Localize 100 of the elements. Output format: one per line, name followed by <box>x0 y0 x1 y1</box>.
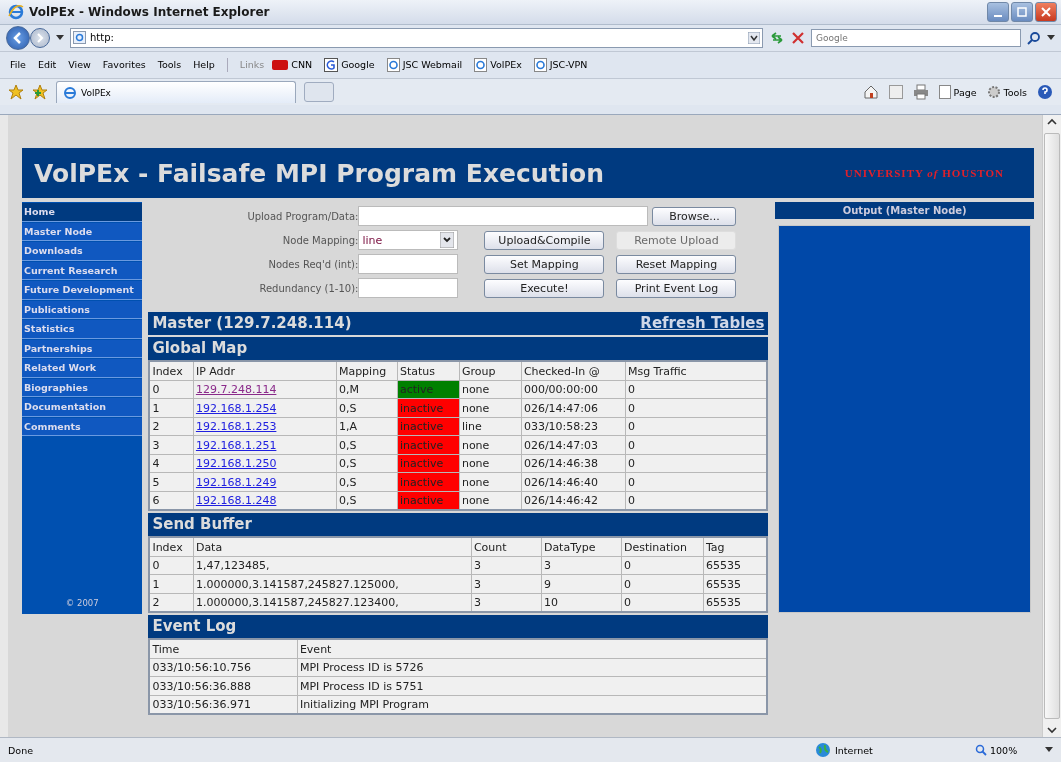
forward-button[interactable] <box>30 27 50 48</box>
section-title: Global Map <box>152 338 248 360</box>
destination-cell: 0 <box>621 574 704 594</box>
links-label: Links <box>239 59 265 71</box>
address-field[interactable]: http: <box>70 27 763 48</box>
mapping-cell: 0,S <box>336 398 398 418</box>
link-item[interactable]: CNN <box>272 59 313 71</box>
refresh-tables-link[interactable]: Refresh Tables <box>640 312 765 336</box>
nav-link[interactable]: Home <box>22 203 143 222</box>
dropdown-icon[interactable] <box>56 34 64 41</box>
master-title: Master (129.7.248.114) <box>152 313 352 335</box>
stop-icon[interactable] <box>791 30 805 45</box>
menu-item[interactable]: Favorites <box>102 59 146 71</box>
datatype-cell: 3 <box>541 556 622 575</box>
refresh-icon[interactable] <box>769 29 785 46</box>
close-button[interactable] <box>1035 1 1057 22</box>
back-button[interactable] <box>6 25 30 50</box>
nav-link[interactable]: Statistics <box>22 320 143 339</box>
dropdown-icon[interactable] <box>748 31 760 44</box>
action-button[interactable]: Set Mapping <box>484 254 605 274</box>
nav-link[interactable]: Master Node <box>22 222 143 242</box>
nav-link[interactable]: Comments <box>22 417 143 437</box>
browse-button[interactable]: Browse... <box>652 206 737 226</box>
mapping-cell: 0,S <box>336 472 398 492</box>
menu-item[interactable]: Tools <box>157 59 182 71</box>
mapping-cell: 0,S <box>336 454 398 473</box>
index-cell: 3 <box>149 435 194 455</box>
dropdown-icon[interactable] <box>1047 34 1055 41</box>
data-cell: 1.000000,3.141587,245827.125000, <box>193 574 472 594</box>
minimize-icon <box>994 14 1002 17</box>
group-cell: none <box>459 398 522 418</box>
field-label: Redundancy (1-10): <box>258 282 359 294</box>
ie-logo-icon <box>8 3 24 20</box>
maximize-button[interactable] <box>1011 1 1033 22</box>
column-header: Mapping <box>336 361 398 381</box>
text-field[interactable] <box>358 278 459 299</box>
command-button[interactable]: Tools <box>986 85 1027 99</box>
checked-in-cell: 033/10:58:23 <box>521 417 626 436</box>
nav-link[interactable]: Biographies <box>22 378 143 398</box>
action-button[interactable]: Execute! <box>484 278 605 298</box>
checked-in-cell: 026/14:47:06 <box>521 398 626 418</box>
nav-link[interactable]: Downloads <box>22 242 143 261</box>
nav-link[interactable]: Related Work <box>22 359 143 378</box>
index-cell: 0 <box>149 380 194 399</box>
column-header: IP Addr <box>193 361 337 381</box>
scrollbar[interactable] <box>1042 115 1061 738</box>
column-header: Group <box>459 361 522 381</box>
link-item[interactable]: Google <box>324 57 375 72</box>
action-button[interactable]: Reset Mapping <box>616 254 737 274</box>
dropdown-icon[interactable] <box>1045 747 1053 754</box>
action-button[interactable]: Print Event Log <box>616 278 737 298</box>
file-path-field[interactable] <box>358 206 649 227</box>
search-field[interactable]: Google <box>811 28 1021 47</box>
zoom-control[interactable]: 100% <box>975 744 1035 757</box>
browser-tab[interactable]: VolPEx <box>56 81 296 103</box>
action-button[interactable]: Upload&Compile <box>484 230 605 250</box>
print-icon[interactable] <box>912 84 929 100</box>
add-favorite-icon[interactable] <box>32 84 48 100</box>
checked-in-cell: 000/00:00:00 <box>521 380 626 399</box>
text-field[interactable] <box>358 254 459 275</box>
command-button[interactable]: Page <box>938 85 977 99</box>
globe-icon <box>815 742 831 759</box>
column-header: Index <box>149 537 194 557</box>
checked-in-cell: 026/14:47:03 <box>521 435 626 455</box>
destination-cell: 0 <box>621 593 704 613</box>
maximize-icon <box>1017 6 1027 17</box>
minimize-button[interactable] <box>987 1 1009 22</box>
nav-link[interactable]: Current Research <box>22 261 143 281</box>
group-cell: none <box>459 380 522 399</box>
group-cell: line <box>459 417 522 436</box>
menu-item[interactable]: Help <box>193 59 215 71</box>
link-item[interactable]: VolPEx <box>474 57 522 72</box>
ie-logo-icon <box>63 85 77 100</box>
column-header: Index <box>149 361 194 381</box>
mapping-cell: 0,S <box>336 491 398 511</box>
column-header: Status <box>397 361 460 381</box>
webpage-icon <box>474 57 488 72</box>
home-icon[interactable] <box>862 84 879 100</box>
field-label: Upload Program/Data: <box>246 210 359 222</box>
nav-link[interactable]: Future Development <box>22 281 143 300</box>
mapping-dropdown[interactable]: line <box>358 230 459 251</box>
webpage-icon <box>533 57 547 72</box>
help-icon[interactable] <box>1037 84 1053 100</box>
section-title: Send Buffer <box>152 514 252 536</box>
link-item[interactable]: JSC-VPN <box>533 57 588 72</box>
mapping-cell: 0,M <box>336 380 398 399</box>
index-cell: 1 <box>149 398 194 418</box>
count-cell: 3 <box>471 574 542 594</box>
favorites-star-icon[interactable] <box>8 84 24 100</box>
menu-item[interactable]: File <box>10 59 26 71</box>
menu-item[interactable]: Edit <box>37 59 57 71</box>
nav-link[interactable]: Publications <box>22 300 143 320</box>
google-logo-icon <box>324 57 339 72</box>
nav-link[interactable]: Documentation <box>22 398 143 417</box>
nav-link[interactable]: Partnerships <box>22 339 143 359</box>
search-icon[interactable] <box>1027 30 1041 45</box>
group-cell: none <box>459 454 522 473</box>
column-header: Data <box>193 537 472 557</box>
link-item[interactable]: JSC Webmail <box>386 57 463 72</box>
menu-item[interactable]: View <box>68 59 91 71</box>
